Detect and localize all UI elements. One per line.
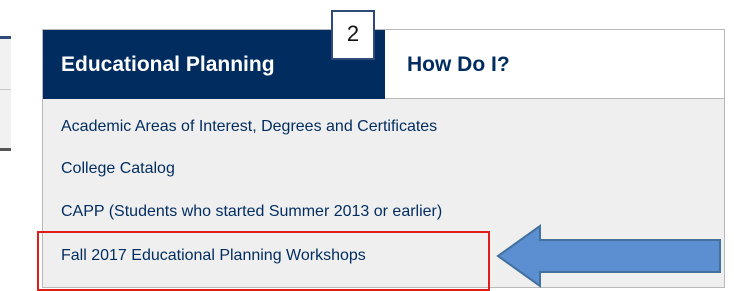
menu-link-academic-areas[interactable]: Academic Areas of Interest, Degrees and … xyxy=(61,118,437,136)
tab-how-do-i[interactable]: How Do I? xyxy=(385,30,724,99)
left-arrow-icon xyxy=(496,224,721,288)
arrow-shape xyxy=(496,224,721,288)
menu-tabs: Educational Planning How Do I? xyxy=(43,30,724,99)
menu-link-capp[interactable]: CAPP (Students who started Summer 2013 o… xyxy=(61,203,442,221)
highlight-box xyxy=(37,231,490,291)
step-number-badge: 2 xyxy=(331,10,375,60)
fragment-rule xyxy=(0,148,11,151)
background-window-fragment xyxy=(0,36,11,151)
menu-link-college-catalog[interactable]: College Catalog xyxy=(61,160,175,178)
fragment-divider xyxy=(0,89,11,90)
